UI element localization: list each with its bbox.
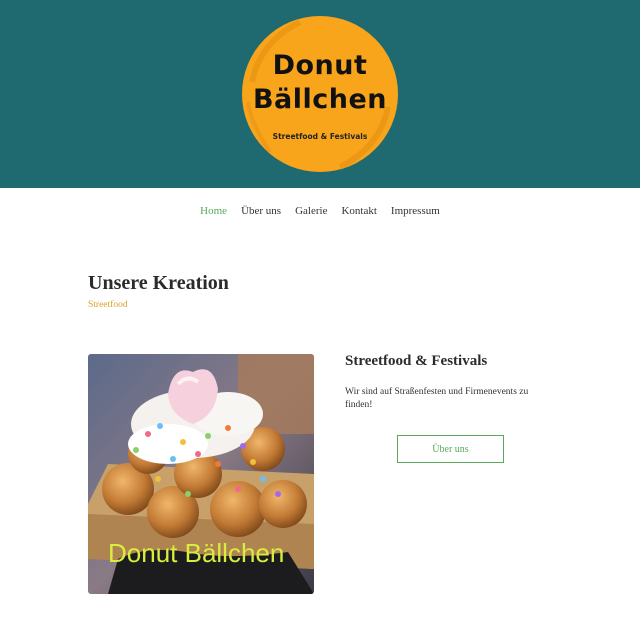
page-title: Unsere Kreation [88,272,229,294]
nav-item-home[interactable]: Home [200,200,227,222]
section-text: Wir sind auf Straßenfesten und Firmeneve… [345,387,529,410]
nav-item-kontakt[interactable]: Kontakt [341,200,376,222]
section-title: Streetfood & Festivals [345,353,488,369]
site-logo[interactable]: Donut Bällchen Streetfood & Festivals [240,12,400,176]
product-photo: Donut Bällchen [88,354,314,594]
logo-title-line1: Donut [272,50,368,81]
site-header: Donut Bällchen Streetfood & Festivals [0,0,640,188]
ueber-uns-button[interactable]: Über uns [397,435,504,463]
nav-item-galerie[interactable]: Galerie [295,200,327,222]
logo-subtitle: Streetfood & Festivals [272,132,368,141]
nav-item-ueber-uns[interactable]: Über uns [241,200,281,222]
logo-title-line2: Bällchen [252,84,388,115]
nav-item-impressum[interactable]: Impressum [391,200,440,222]
page-subtitle: Streetfood [88,300,128,310]
photo-caption: Donut Bällchen [108,538,285,568]
main-navigation: Home Über uns Galerie Kontakt Impressum [0,200,640,222]
